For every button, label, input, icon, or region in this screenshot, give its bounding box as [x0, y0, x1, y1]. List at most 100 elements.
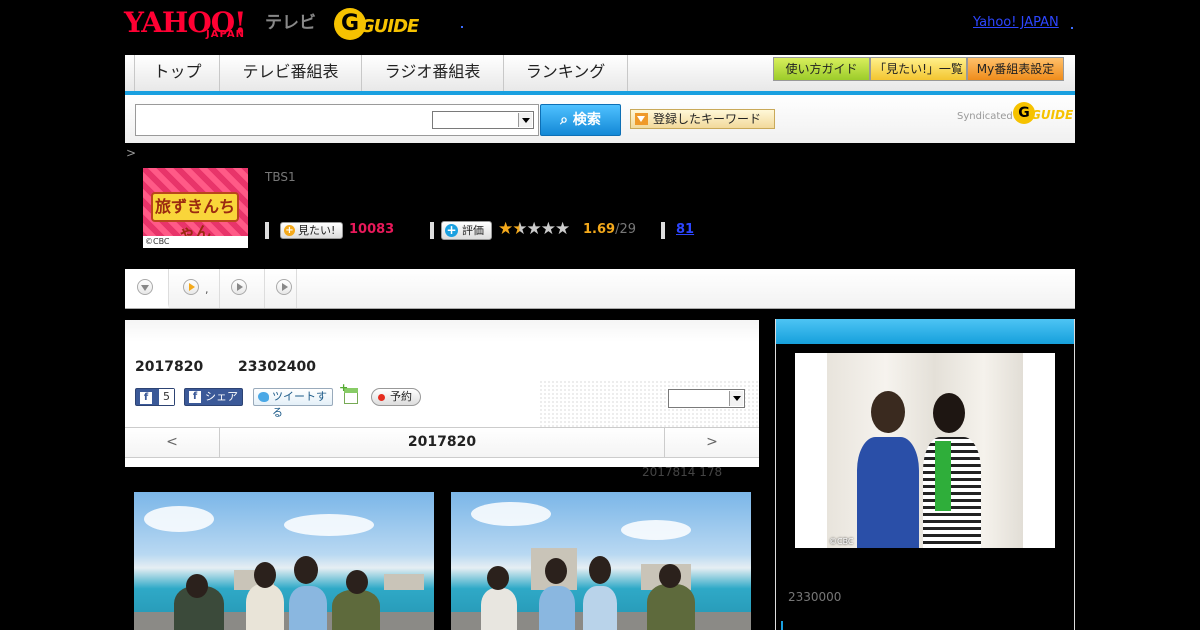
program-thumbnail: 旅ずきんちゃん ©CBC — [143, 168, 248, 248]
rate-button[interactable]: + 評価 — [441, 221, 492, 240]
photo-person — [246, 584, 284, 630]
play-icon — [183, 279, 199, 295]
subtab-1[interactable] — [125, 269, 169, 308]
side-panel: ©CBC 2330000 — [775, 319, 1075, 630]
breadcrumb[interactable]: > — [126, 146, 136, 160]
gguide-logo-text: GUIDE — [360, 16, 419, 37]
photo-head — [487, 566, 509, 590]
photo-head — [589, 556, 611, 584]
facebook-icon: f — [189, 391, 201, 403]
main-nav: トップ テレビ番組表 ラジオ番組表 ランキング 使い方ガイド 「見たい!」一覧 … — [125, 55, 1075, 95]
my-schedule-settings-button[interactable]: My番組表設定 — [967, 57, 1064, 81]
nav-tab-top[interactable]: トップ — [136, 55, 220, 91]
tv-label[interactable]: テレビ — [265, 8, 316, 33]
nav-tab-ranking[interactable]: ランキング — [504, 55, 628, 91]
dropdown-triangle-icon — [635, 113, 648, 125]
date-navigation: < 2017820 > — [125, 427, 759, 458]
program-photo-1[interactable] — [134, 492, 434, 630]
mitai-count: 10083 — [349, 222, 395, 237]
nav-tab-tv-schedule[interactable]: テレビ番組表 — [220, 55, 362, 91]
gguide-logo[interactable]: G GUIDE — [334, 8, 434, 40]
guide-button[interactable]: 使い方ガイド — [773, 57, 870, 81]
thumbnail-credit: ©CBC — [143, 236, 248, 248]
side-panel-header — [776, 319, 1074, 344]
search-icon: ⌕ — [560, 112, 573, 128]
tweet-label: ツイートする — [272, 390, 327, 419]
subtab-3[interactable] — [220, 269, 265, 308]
nav-left-edge — [125, 55, 135, 91]
tweet-button[interactable]: ツイートする — [253, 388, 333, 419]
thumbnail-title: 旅ずきんちゃん — [151, 192, 239, 242]
search-bar: ⌕ 検索 登録したキーワード Syndicated G GUIDE — [125, 95, 1075, 143]
add-calendar-icon[interactable] — [339, 381, 358, 404]
image-person — [923, 437, 981, 548]
plus-icon: + — [284, 225, 295, 236]
japan-logo-text: JAPAN — [206, 29, 245, 40]
facebook-share-button[interactable]: f シェア — [184, 388, 243, 406]
star-icon: ★ — [498, 219, 513, 239]
review-count-link[interactable]: 81 — [676, 222, 694, 237]
side-panel-image[interactable]: ©CBC — [795, 353, 1055, 548]
twitter-bird-icon — [258, 392, 269, 402]
photo-person — [539, 586, 575, 630]
subtab-2[interactable]: , — [169, 269, 220, 308]
photo-person — [481, 588, 517, 630]
photo-person — [289, 586, 327, 630]
star-icon: ★ — [555, 219, 570, 239]
program-photo-2[interactable] — [451, 492, 751, 630]
rating-denominator: /29 — [615, 222, 636, 237]
side-caption: 2330000 — [788, 590, 842, 604]
side-accent-bar — [781, 621, 783, 630]
panel-topbar — [125, 320, 759, 342]
chevron-down-icon — [137, 279, 153, 295]
record-icon — [378, 394, 385, 401]
subtab-4[interactable] — [265, 269, 297, 308]
search-category-select[interactable] — [432, 111, 534, 129]
image-head — [871, 391, 905, 433]
nav-tab-radio-schedule[interactable]: ラジオ番組表 — [362, 55, 504, 91]
photo-head — [545, 558, 567, 584]
page: YAHOO! JAPAN テレビ G GUIDE Yahoo! JAPAN トッ… — [0, 0, 1200, 630]
photo-head — [254, 562, 276, 588]
next-date-button[interactable]: > — [664, 428, 759, 457]
mitai-list-button[interactable]: 「見たい!」一覧 — [870, 57, 967, 81]
search-button[interactable]: ⌕ 検索 — [540, 104, 621, 136]
syndicated-label: Syndicated — [957, 111, 1013, 122]
reserve-button[interactable]: 予約 — [371, 388, 421, 406]
registered-keyword-label: 登録したキーワード — [653, 112, 762, 126]
facebook-like-count: 5 — [159, 389, 174, 405]
broadcast-date: 2017820 — [135, 359, 204, 375]
prev-date-button[interactable]: < — [125, 428, 220, 457]
facebook-like-button[interactable]: f 5 — [135, 388, 175, 406]
photo-building — [384, 574, 424, 590]
photo-person — [332, 590, 380, 630]
yahoo-japan-logo[interactable]: YAHOO! JAPAN — [124, 6, 264, 42]
chevron-down-icon — [518, 113, 532, 127]
search-button-label: 検索 — [572, 112, 601, 128]
play-icon — [276, 279, 292, 295]
update-note: 2017814 178 — [642, 465, 723, 479]
channel-name: TBS1 — [265, 170, 296, 184]
photo-cloud — [471, 502, 551, 526]
facebook-icon: f — [140, 392, 152, 404]
yahoo-japan-link[interactable]: Yahoo! JAPAN — [973, 15, 1059, 30]
registered-keyword-button[interactable]: 登録したキーワード — [630, 109, 775, 129]
broadcast-select[interactable] — [668, 389, 745, 408]
rating-number: 1.69 — [583, 222, 616, 237]
header-link-dot-right[interactable] — [1071, 27, 1073, 29]
syndicated-gguide-logo: G GUIDE — [1013, 102, 1073, 126]
photo-head — [294, 556, 318, 584]
image-head — [933, 393, 965, 433]
rating-value: 1.69/29 — [583, 222, 636, 237]
header-link-dot[interactable] — [461, 26, 463, 28]
photo-person — [647, 584, 695, 630]
star-rating: ★★★★★ — [498, 219, 570, 239]
plus-icon: + — [445, 223, 458, 237]
star-half-icon: ★ — [512, 219, 527, 239]
mitai-button[interactable]: + 見たい! — [280, 222, 343, 239]
syndicated-logo-text: GUIDE — [1031, 108, 1074, 122]
rate-button-label: 評価 — [462, 224, 484, 237]
broadcast-time: 23302400 — [238, 359, 316, 375]
photo-head — [346, 570, 368, 594]
divider — [430, 222, 434, 239]
